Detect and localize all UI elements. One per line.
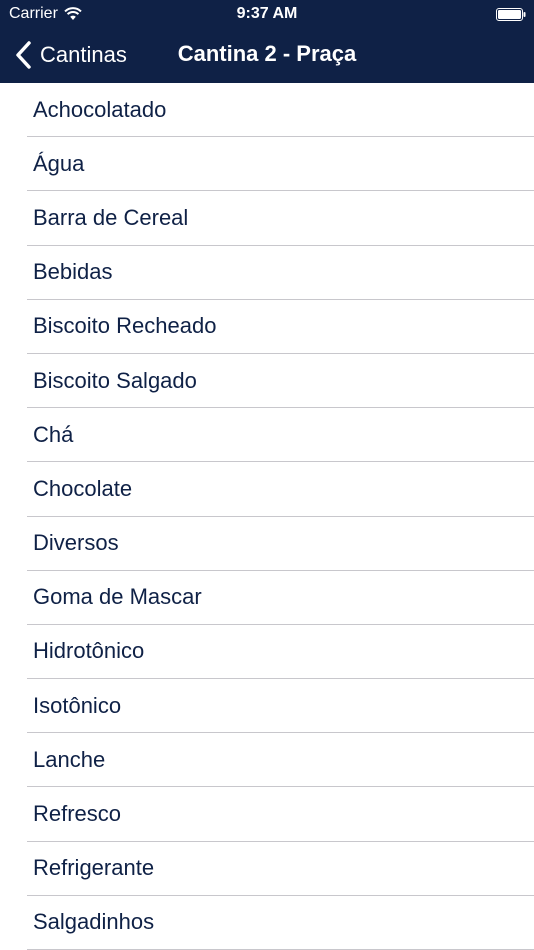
list-item[interactable]: Biscoito Recheado [27,300,534,354]
list-item[interactable]: Achocolatado [27,83,534,138]
list-item[interactable]: Lanche [27,733,534,788]
battery-icon [496,8,526,21]
category-list: Achocolatado Água Barra de Cereal Bebida… [0,83,534,950]
navigation-bar: Cantinas Cantina 2 - Praça [0,28,534,83]
list-item[interactable]: Diversos [27,517,534,571]
list-item[interactable]: Refresco [27,787,534,842]
list-item[interactable]: Salgadinhos [27,896,534,950]
header: Carrier 9:37 AM Cantinas Cantina 2 - Pra… [0,0,534,83]
list-item[interactable]: Refrigerante [27,842,534,896]
page-title: Cantina 2 - Praça [177,41,357,66]
list-item[interactable]: Bebidas [27,246,534,300]
list-item[interactable]: Hidrotônico [27,625,534,680]
list-item[interactable]: Isotônico [27,679,534,734]
list-item[interactable]: Chocolate [27,462,534,517]
list-item[interactable]: Água [27,137,534,192]
status-bar: Carrier 9:37 AM [0,0,534,28]
list-item[interactable]: Chá [27,408,534,463]
clock: 9:37 AM [236,5,298,22]
list-item[interactable]: Biscoito Salgado [27,354,534,409]
list-item[interactable]: Goma de Mascar [27,571,534,625]
list-item[interactable]: Barra de Cereal [27,191,534,246]
